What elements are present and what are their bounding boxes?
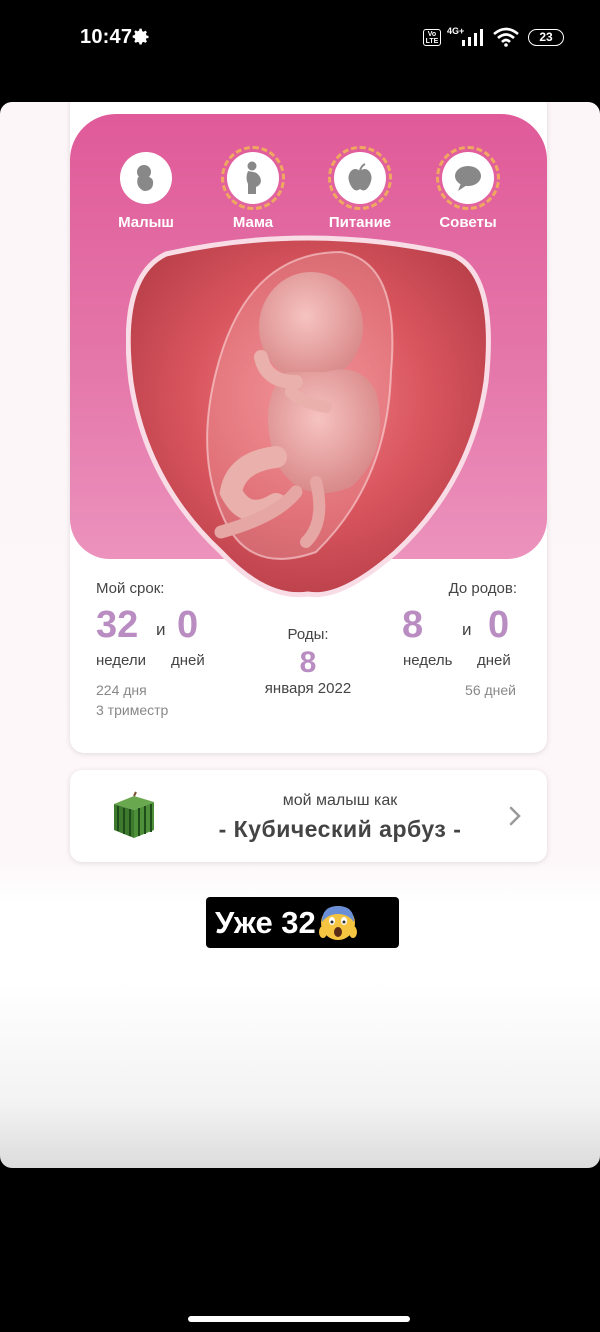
gear-icon xyxy=(132,28,149,45)
birth-day: 8 xyxy=(299,646,317,679)
birth-label: Роды: xyxy=(287,626,329,643)
tab-mom-circle xyxy=(221,146,285,210)
apple-icon xyxy=(348,163,372,191)
cube-watermelon-icon xyxy=(114,791,154,838)
tab-mom[interactable]: Мама xyxy=(213,146,293,231)
story-caption: Уже 32 xyxy=(206,897,399,948)
pregnant-woman-icon xyxy=(246,161,261,194)
tab-baby-label: Малыш xyxy=(118,214,174,231)
until-weeks-label: недель xyxy=(403,652,453,669)
tab-mom-label: Мама xyxy=(232,214,274,231)
tab-nutrition-circle xyxy=(328,146,392,210)
tab-tips-label: Советы xyxy=(439,214,497,231)
total-days: 224 дня xyxy=(96,682,147,698)
trimester: 3 триместр xyxy=(96,702,169,718)
caption-text: Уже 32 xyxy=(215,905,316,940)
until-weeks-value: 8 xyxy=(402,604,424,646)
until-total-days: 56 дней xyxy=(465,682,516,698)
wifi-icon xyxy=(493,27,519,47)
tab-nutrition-label: Питание xyxy=(328,214,392,231)
days-value: 0 xyxy=(177,604,199,646)
baby-icon xyxy=(137,165,154,191)
baby-size-subtitle: мой малыш как xyxy=(282,792,398,809)
birth-month-year: января 2022 xyxy=(264,680,352,697)
signal-icon xyxy=(462,29,483,46)
fetus-illustration xyxy=(126,235,491,598)
speech-bubble-icon xyxy=(455,166,481,191)
volte-icon: Vo LTE xyxy=(423,29,441,46)
weeks-value: 32 xyxy=(96,604,139,646)
chevron-right-icon[interactable] xyxy=(509,806,521,826)
tab-tips-circle xyxy=(436,146,500,210)
term-stats: Мой срок: До родов: 32 и 0 недели дней 2… xyxy=(70,562,547,752)
days-label: дней xyxy=(171,652,205,669)
battery-indicator: 23 xyxy=(528,29,564,46)
story-content: Малыш Мама Питание Советы Мой срок: До р… xyxy=(0,102,600,1168)
and-label-2: и xyxy=(462,620,472,639)
tab-tips[interactable]: Советы xyxy=(428,146,508,231)
status-time: 10:47 xyxy=(80,26,133,48)
tab-nutrition[interactable]: Питание xyxy=(320,146,400,231)
until-birth-label: До родов: xyxy=(448,580,517,597)
and-label: и xyxy=(156,620,166,639)
baby-size-name: - Кубический арбуз - xyxy=(218,816,462,842)
tab-baby[interactable]: Малыш xyxy=(106,152,186,231)
until-days-value: 0 xyxy=(488,604,510,646)
home-indicator[interactable] xyxy=(188,1316,410,1322)
pregnancy-card: Малыш Мама Питание Советы Мой срок: До р… xyxy=(70,102,547,753)
weeks-label: недели xyxy=(96,652,147,669)
screaming-face-emoji-icon xyxy=(318,905,357,940)
tab-baby-circle xyxy=(120,152,172,204)
until-days-label: дней xyxy=(477,652,511,669)
baby-size-card[interactable]: мой малыш как - Кубический арбуз - xyxy=(70,770,547,862)
status-bar: 10:47 Vo LTE 4G+ 23 xyxy=(0,0,600,80)
my-term-label: Мой срок: xyxy=(96,580,165,597)
